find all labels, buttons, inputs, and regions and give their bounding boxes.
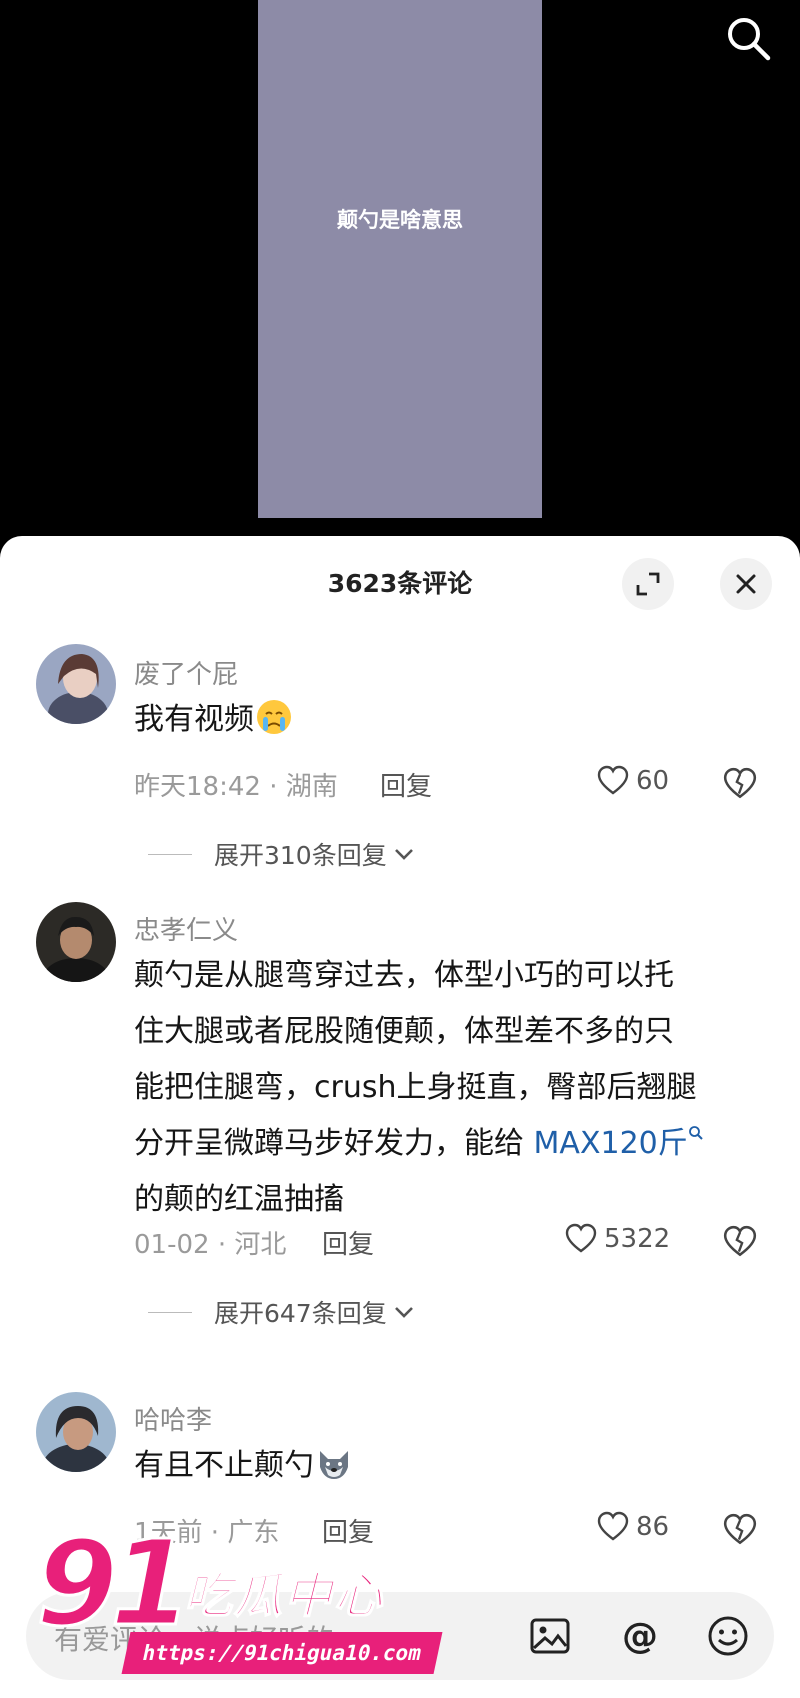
comment-text-body: 我有视频 bbox=[134, 702, 254, 737]
comment-input-bar[interactable]: 有爱评论，说点好听的 @ bbox=[26, 1592, 774, 1680]
search-icon[interactable] bbox=[724, 14, 772, 62]
at-icon[interactable]: @ bbox=[618, 1614, 662, 1658]
comment-input-placeholder[interactable]: 有爱评论，说点好听的 bbox=[54, 1618, 334, 1658]
wolf-emoji-icon bbox=[320, 1451, 348, 1479]
emoji-icon[interactable] bbox=[706, 1614, 750, 1658]
dislike-button[interactable] bbox=[722, 766, 758, 802]
expand-sheet-button[interactable] bbox=[622, 558, 674, 610]
chevron-down-icon bbox=[394, 849, 413, 860]
like-button[interactable]: 5322 bbox=[564, 1222, 670, 1256]
comment-meta: 1天前 · 广东 bbox=[134, 1518, 280, 1548]
divider bbox=[148, 853, 192, 855]
broken-heart-icon bbox=[723, 1513, 757, 1545]
expand-replies-label: 展开647条回复 bbox=[214, 1299, 387, 1328]
search-small-icon bbox=[688, 1126, 703, 1140]
like-count: 86 bbox=[636, 1512, 670, 1542]
svg-text:@: @ bbox=[622, 1616, 658, 1657]
heart-icon bbox=[597, 1511, 629, 1541]
comment-username[interactable]: 哈哈李 bbox=[134, 1400, 212, 1437]
comment-text: 我有视频 bbox=[134, 692, 764, 748]
comment-text-line: 颠勺是从腿弯穿过去，体型小巧的可以托 bbox=[134, 958, 674, 993]
expand-replies-label: 展开310条回复 bbox=[214, 841, 387, 870]
close-button[interactable] bbox=[720, 558, 772, 610]
like-button[interactable]: 60 bbox=[596, 764, 669, 798]
broken-heart-icon bbox=[723, 767, 757, 799]
video-caption: 颠勺是啥意思 bbox=[337, 208, 463, 232]
comment-meta: 01-02 · 河北 bbox=[134, 1230, 287, 1260]
comment-text-line: 住大腿或者屁股随便颠，体型差不多的只 bbox=[134, 1014, 674, 1049]
heart-icon bbox=[597, 765, 629, 795]
comment-text-line: 的颠的红温抽搐 bbox=[134, 1182, 344, 1217]
avatar[interactable] bbox=[36, 902, 116, 982]
comment-meta: 昨天18:42 · 湖南 bbox=[134, 772, 338, 802]
like-button[interactable]: 86 bbox=[596, 1510, 669, 1544]
dislike-button[interactable] bbox=[722, 1512, 758, 1548]
image-icon[interactable] bbox=[528, 1614, 572, 1658]
reply-button[interactable]: 回复 bbox=[322, 1224, 374, 1261]
expand-replies-button[interactable]: 展开647条回复 bbox=[148, 1294, 417, 1330]
comment-text: 有且不止颠勺 bbox=[134, 1438, 764, 1494]
crying-emoji-icon bbox=[257, 700, 291, 734]
comment-username[interactable]: 废了个屁 bbox=[134, 654, 238, 691]
comment-text-body: 有且不止颠勺 bbox=[134, 1448, 314, 1483]
reply-button[interactable]: 回复 bbox=[380, 766, 432, 803]
video-frame[interactable]: 颠勺是啥意思 bbox=[258, 0, 542, 518]
dislike-button[interactable] bbox=[722, 1224, 758, 1260]
heart-icon bbox=[565, 1223, 597, 1253]
like-count: 60 bbox=[636, 766, 670, 796]
search-keyword-label: MAX120斤 bbox=[533, 1126, 688, 1161]
comment-text-segment: 分开呈微蹲马步好发力，能给 bbox=[134, 1126, 534, 1161]
comment-item: 忠孝仁义 颠勺是从腿弯穿过去，体型小巧的可以托 住大腿或者屁股随便颠，体型差不多… bbox=[0, 902, 800, 1382]
reply-button[interactable]: 回复 bbox=[322, 1512, 374, 1549]
search-keyword-link[interactable]: MAX120斤 bbox=[534, 1126, 704, 1161]
broken-heart-icon bbox=[723, 1225, 757, 1257]
like-count: 5322 bbox=[604, 1224, 671, 1254]
chevron-down-icon bbox=[394, 1307, 413, 1318]
divider bbox=[148, 1311, 192, 1313]
expand-replies-button[interactable]: 展开310条回复 bbox=[148, 836, 417, 872]
comment-text-line: 分开呈微蹲马步好发力，能给 MAX120斤 bbox=[134, 1116, 764, 1172]
comment-count-title: 3623条评论 bbox=[327, 569, 473, 598]
comment-sheet: 3623条评论 废了个屁 我有视频 昨天18:42 · 湖南 回复 60 展开3… bbox=[0, 536, 800, 1698]
comment-username[interactable]: 忠孝仁义 bbox=[134, 910, 238, 947]
comment-item: 废了个屁 我有视频 昨天18:42 · 湖南 回复 60 展开310条回复 bbox=[0, 644, 800, 894]
comment-item: 哈哈李 有且不止颠勺 1天前 · 广东 回复 86 bbox=[0, 1392, 800, 1572]
avatar[interactable] bbox=[36, 644, 116, 724]
comment-text: 颠勺是从腿弯穿过去，体型小巧的可以托 住大腿或者屁股随便颠，体型差不多的只 能把… bbox=[134, 948, 764, 1228]
avatar[interactable] bbox=[36, 1392, 116, 1472]
fullscreen-expand-icon bbox=[636, 572, 660, 596]
close-icon bbox=[736, 574, 756, 594]
comment-text-line: 能把住腿弯，crush上身挺直，臀部后翘腿 bbox=[134, 1070, 697, 1105]
video-player[interactable]: 颠勺是啥意思 bbox=[0, 0, 800, 540]
